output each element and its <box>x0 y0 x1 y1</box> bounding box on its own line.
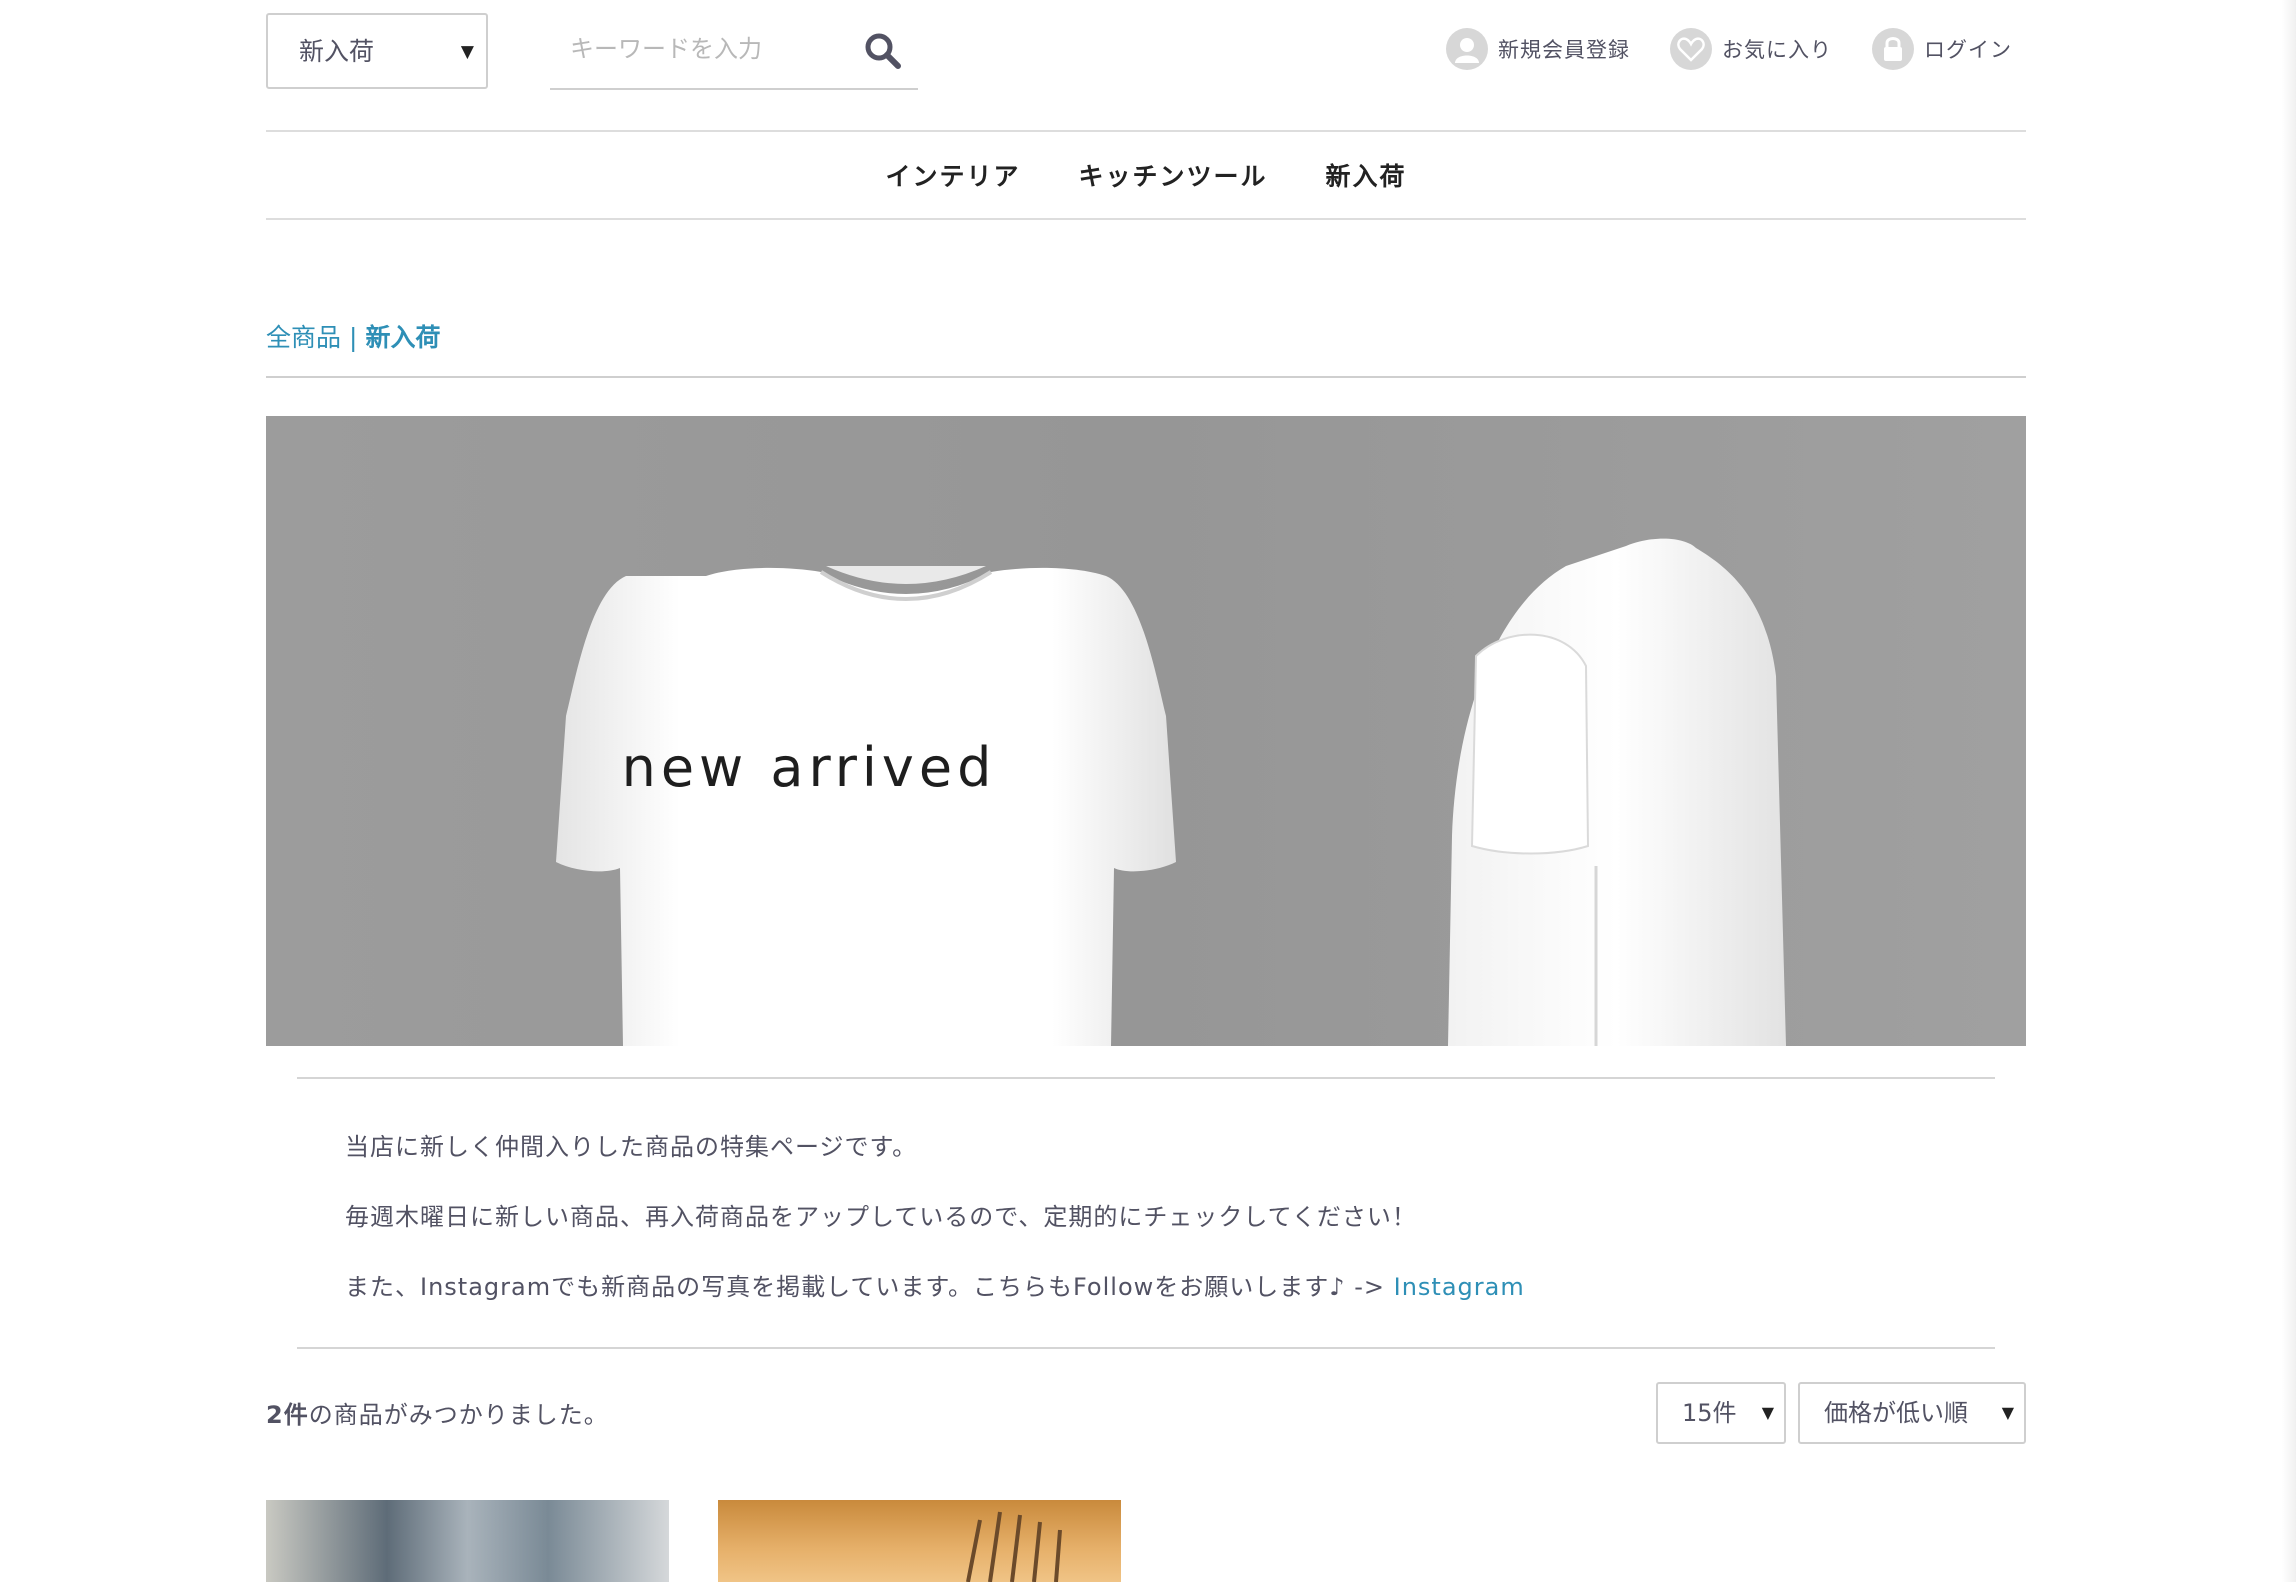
dropdown-arrow-icon: ▼ <box>460 42 474 62</box>
user-icon <box>1446 28 1488 70</box>
lock-icon <box>1872 28 1914 70</box>
login-label: ログイン <box>1924 38 2012 62</box>
scrollbar-track[interactable] <box>2282 0 2296 1582</box>
result-count: 2件の商品がみつかりました。 <box>266 1395 609 1430</box>
category-description: 当店に新しく仲間入りした商品の特集ページです。 毎週木曜日に新しい商品、再入荷商… <box>297 1077 1995 1349</box>
category-select-value: 新入荷 <box>299 37 375 66</box>
category-select[interactable]: 新入荷 ▼ <box>266 13 488 89</box>
description-line-1: 当店に新しく仲間入りした商品の特集ページです。 <box>345 1133 918 1161</box>
product-card-image[interactable] <box>718 1500 1121 1582</box>
description-line-3-text: また、Instagramでも新商品の写真を掲載しています。こちらもFollowを… <box>345 1273 1385 1301</box>
result-count-suffix: の商品がみつかりました。 <box>308 1401 609 1429</box>
fork-image <box>966 1511 1062 1582</box>
page-container: 新入荷 ▼ 新規会員登録 お気に入り <box>266 0 2026 1582</box>
user-nav: 新規会員登録 お気に入り ログイン <box>1406 28 2012 70</box>
nav-item-interior[interactable]: インテリア <box>885 157 1020 193</box>
description-line-2: 毎週木曜日に新しい商品、再入荷商品をアップしているので、定期的にチェックしてくだ… <box>345 1203 1417 1231</box>
header: 新入荷 ▼ 新規会員登録 お気に入り <box>266 0 2026 130</box>
category-nav: インテリア キッチンツール 新入荷 <box>266 130 2026 220</box>
breadcrumb: 全商品 | 新入荷 <box>266 318 2026 378</box>
nav-item-kitchen-tools[interactable]: キッチンツール <box>1078 157 1267 193</box>
login-link[interactable]: ログイン <box>1872 28 2012 70</box>
dropdown-arrow-icon: ▼ <box>1761 1403 1774 1422</box>
heart-icon <box>1670 28 1712 70</box>
favorites-link[interactable]: お気に入り <box>1670 28 1832 70</box>
breadcrumb-all-products[interactable]: 全商品 <box>266 323 341 352</box>
product-card-image[interactable] <box>266 1500 669 1582</box>
register-link[interactable]: 新規会員登録 <box>1446 28 1630 70</box>
dropdown-arrow-icon: ▼ <box>2001 1403 2014 1422</box>
nav-item-new-arrivals[interactable]: 新入荷 <box>1326 157 1407 193</box>
breadcrumb-separator: | <box>349 323 358 352</box>
search-icon[interactable] <box>862 30 904 72</box>
search-input[interactable] <box>570 35 850 63</box>
banner-text: new arrived <box>622 736 997 799</box>
category-banner: new arrived <box>266 416 2026 1046</box>
tshirt-banner-image: new arrived <box>266 416 2026 1046</box>
register-label: 新規会員登録 <box>1498 38 1630 62</box>
per-page-select[interactable]: 15件 ▼ <box>1656 1382 1786 1444</box>
breadcrumb-current[interactable]: 新入荷 <box>365 323 440 352</box>
instagram-link[interactable]: Instagram <box>1394 1273 1525 1301</box>
per-page-value: 15件 <box>1682 1399 1737 1427</box>
description-line-3: また、Instagramでも新商品の写真を掲載しています。こちらもFollowを… <box>345 1267 1525 1302</box>
sort-order-select[interactable]: 価格が低い順 ▼ <box>1798 1382 2026 1444</box>
search-box <box>550 13 918 90</box>
sort-order-value: 価格が低い順 <box>1824 1399 1968 1427</box>
favorites-label: お気に入り <box>1722 38 1832 62</box>
result-count-number: 2件 <box>266 1401 309 1429</box>
